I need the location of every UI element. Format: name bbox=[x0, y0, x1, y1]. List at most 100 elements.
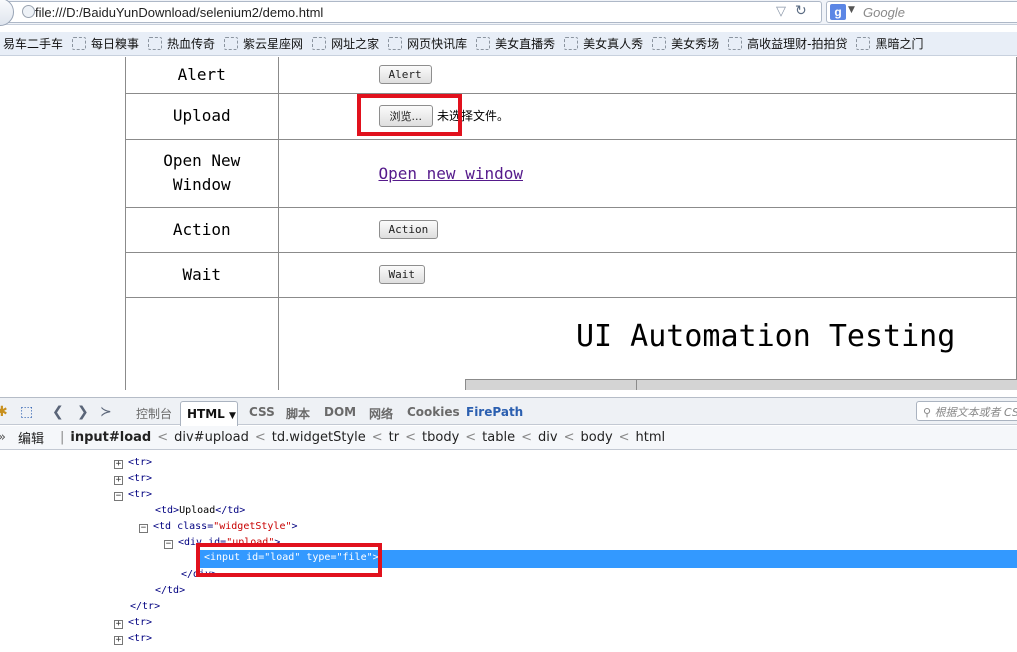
breadcrumb-separator: < bbox=[371, 430, 383, 445]
bookmark-item[interactable]: 紫云星座网 bbox=[224, 35, 303, 52]
bookmark-item[interactable]: 高收益理财-拍拍贷 bbox=[728, 35, 847, 52]
label-empty bbox=[125, 296, 279, 390]
bookmark-item[interactable]: 易车二手车 bbox=[0, 35, 63, 52]
collapse-minus-icon[interactable]: − bbox=[164, 540, 173, 549]
tag-text: <tr> bbox=[128, 457, 153, 468]
back-arrow-icon[interactable]: ❮ bbox=[52, 404, 64, 420]
bookmark-favicon bbox=[388, 37, 403, 50]
tab-console[interactable]: 控制台 bbox=[136, 405, 172, 422]
tag-text: </td> bbox=[215, 505, 246, 516]
breadcrumb-item[interactable]: body bbox=[580, 430, 612, 445]
chevron-down-icon: ▼ bbox=[229, 411, 236, 421]
breadcrumb-separator: < bbox=[618, 430, 630, 445]
breadcrumb-item[interactable]: html bbox=[636, 430, 666, 445]
label-wait: Wait bbox=[125, 251, 279, 298]
tab-firepath[interactable]: FirePath bbox=[466, 405, 523, 419]
bookmark-item[interactable]: 网页快讯库 bbox=[388, 35, 467, 52]
google-icon[interactable]: g bbox=[830, 4, 846, 20]
page-heading: UI Automation Testing bbox=[576, 319, 956, 354]
bookmark-item[interactable]: 每日糗事 bbox=[72, 35, 139, 52]
alert-button[interactable]: Alert bbox=[378, 65, 432, 85]
breadcrumb-item[interactable]: div bbox=[538, 430, 558, 445]
label-action: Action bbox=[125, 206, 279, 253]
breadcrumb-separator: | bbox=[59, 430, 65, 445]
forward-arrow-icon[interactable]: ❯ bbox=[77, 404, 89, 420]
tab-html[interactable]: HTML ▼ bbox=[180, 401, 238, 426]
collapse-minus-icon[interactable]: − bbox=[114, 492, 123, 501]
tree-node-td-widget[interactable]: − <td class="widgetStyle"> bbox=[139, 521, 298, 533]
breadcrumb-item[interactable]: input#load bbox=[70, 430, 151, 445]
tab-cookies[interactable]: Cookies bbox=[407, 405, 460, 419]
tree-node-tr-collapsed[interactable]: + <tr> bbox=[114, 473, 152, 485]
widget-cell-wait: Wait bbox=[277, 251, 1017, 298]
bookmark-favicon bbox=[856, 37, 871, 50]
row-wait: Wait Wait bbox=[125, 251, 1017, 298]
wait-button[interactable]: Wait bbox=[378, 265, 425, 284]
attr-name: class= bbox=[177, 521, 214, 532]
tree-node-tr-collapsed[interactable]: + <tr> bbox=[114, 617, 152, 629]
bookmark-item[interactable]: 黑暗之门 bbox=[856, 35, 924, 52]
bookmark-label: 网页快讯库 bbox=[407, 37, 468, 51]
url-input[interactable]: file:///D:/BaiduYunDownload/selenium2/de… bbox=[0, 1, 822, 23]
bookmark-item[interactable]: 网址之家 bbox=[312, 35, 379, 52]
tag-text: <tr> bbox=[128, 473, 153, 484]
row-open-new-window: Open New Window Open new window bbox=[125, 138, 1017, 208]
firebug-search-placeholder: 根据文本或者 CSS bbox=[934, 406, 1017, 419]
expand-plus-icon[interactable]: + bbox=[114, 636, 123, 645]
tag-text: <tr> bbox=[128, 489, 153, 500]
expand-plus-icon[interactable]: + bbox=[114, 476, 123, 485]
breadcrumb-separator: < bbox=[405, 430, 417, 445]
firebug-search-input[interactable]: ⚲ 根据文本或者 CSS bbox=[916, 401, 1017, 421]
search-input[interactable]: g ▼ Google bbox=[826, 1, 1017, 23]
html-breadcrumb: » 编辑 | input#load < div#upload < td.widg… bbox=[0, 426, 1017, 450]
bookmark-item[interactable]: 美女秀场 bbox=[652, 35, 719, 52]
bookmark-item[interactable]: 美女直播秀 bbox=[476, 35, 555, 52]
expand-icon[interactable]: » bbox=[0, 430, 6, 445]
breadcrumb-item[interactable]: div#upload bbox=[174, 430, 249, 445]
collapse-minus-icon[interactable]: − bbox=[139, 524, 148, 533]
firebug-toolbar: ✱ ⬚ ❮ ❯ ≻ 控制台 HTML ▼ CSS 脚本 DOM 网络 Cooki… bbox=[0, 397, 1017, 426]
bookmark-favicon bbox=[728, 37, 743, 50]
inspect-element-icon[interactable]: ⬚ bbox=[20, 404, 33, 420]
tree-node-tr-expanded[interactable]: − <tr> bbox=[114, 489, 152, 501]
expand-plus-icon[interactable]: + bbox=[114, 460, 123, 469]
bookmark-label: 易车二手车 bbox=[3, 37, 64, 51]
open-new-window-link[interactable]: Open new window bbox=[379, 164, 524, 183]
tab-dom[interactable]: DOM bbox=[324, 405, 356, 419]
bookmark-favicon bbox=[224, 37, 239, 50]
bookmark-item[interactable]: 美女真人秀 bbox=[564, 35, 643, 52]
widget-cell-open-new-window: Open new window bbox=[277, 138, 1017, 208]
breadcrumb-item[interactable]: tr bbox=[389, 430, 399, 445]
command-line-icon[interactable]: ≻ bbox=[100, 404, 112, 420]
tree-node-td-upload[interactable]: <td>Upload</td> bbox=[155, 505, 245, 516]
highlight-box-input-node bbox=[196, 543, 382, 577]
firebug-icon[interactable]: ✱ bbox=[0, 404, 8, 420]
tree-node-tr-collapsed[interactable]: + <tr> bbox=[114, 457, 152, 469]
edit-button[interactable]: 编辑 bbox=[18, 428, 44, 447]
bookmark-favicon bbox=[72, 37, 87, 50]
label-line: Window bbox=[172, 175, 231, 194]
bookmark-label: 网址之家 bbox=[331, 37, 380, 51]
tab-script[interactable]: 脚本 bbox=[286, 405, 310, 422]
widget-cell-alert: Alert bbox=[277, 57, 1017, 94]
search-engine-dropdown-icon[interactable]: ▼ bbox=[848, 5, 855, 15]
breadcrumb-separator: < bbox=[157, 430, 169, 445]
bookmark-favicon bbox=[476, 37, 491, 50]
breadcrumb-item[interactable]: tbody bbox=[422, 430, 459, 445]
label-upload: Upload bbox=[125, 92, 279, 140]
tree-node-tr-collapsed[interactable]: + <tr> bbox=[114, 633, 152, 645]
bookmark-star-icon[interactable]: ▽ bbox=[776, 4, 786, 19]
widget-cell-action: Action bbox=[277, 206, 1017, 253]
bookmark-item[interactable]: 热血传奇 bbox=[148, 35, 215, 52]
tag-text: <tr> bbox=[128, 633, 153, 644]
tree-node-td-close: </td> bbox=[155, 585, 185, 596]
reload-icon[interactable]: ↻ bbox=[795, 3, 807, 19]
tab-net[interactable]: 网络 bbox=[369, 405, 393, 422]
action-button[interactable]: Action bbox=[378, 220, 439, 239]
bookmark-favicon bbox=[312, 37, 327, 50]
inner-table-header bbox=[465, 379, 1017, 390]
tab-css[interactable]: CSS bbox=[249, 405, 275, 419]
expand-plus-icon[interactable]: + bbox=[114, 620, 123, 629]
breadcrumb-item[interactable]: td.widgetStyle bbox=[272, 430, 366, 445]
breadcrumb-item[interactable]: table bbox=[482, 430, 515, 445]
